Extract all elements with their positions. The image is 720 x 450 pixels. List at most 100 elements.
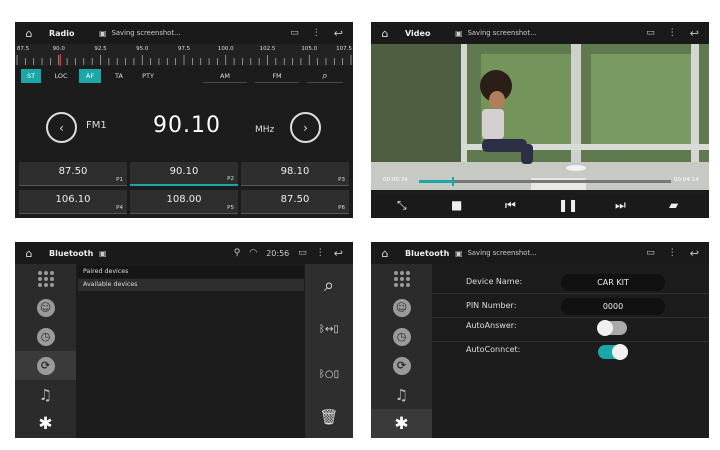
device-name-field[interactable]: CAR KIT [561, 274, 665, 291]
fullscreen-icon[interactable]: ⤡ [397, 198, 407, 213]
preset-grid: 87.50 P1 90.10 P2 98.10 P3 106.10 P4 108… [15, 162, 353, 218]
folder-icon[interactable]: ▰ [669, 198, 678, 212]
screenshot-icon: ▣ [99, 248, 107, 258]
list-item-paired[interactable]: Paired devices [78, 266, 304, 278]
status-message: ▣ Saving screenshot... [99, 29, 290, 38]
toggle-knob [612, 344, 628, 360]
more-icon[interactable]: ⋮ [668, 28, 677, 38]
tab-ta[interactable]: TA [109, 69, 129, 83]
elapsed-time: 00:00:34 [383, 177, 408, 183]
search-icon[interactable]: ⌕ [307, 69, 343, 83]
bluetooth-settings-screen: ⌂ Bluetooth ▣ Saving screenshot... ▭ ⋮ ↩… [371, 242, 709, 438]
bluetooth-actions: ⌕ ᛒ↔▯ ᛒ○▯ 🗑 [305, 264, 353, 438]
battery-icon: ▭ [646, 248, 655, 258]
tuner-label: 102.5 [259, 46, 276, 52]
music-icon[interactable]: ♫ [15, 380, 76, 409]
auto-answer-toggle[interactable] [597, 320, 627, 336]
list-item-available[interactable]: Available devices [78, 279, 304, 291]
app-title: Bluetooth [405, 248, 450, 258]
tuner-label: 105.0 [301, 46, 318, 52]
status-message: ▣ Saving screenshot... [455, 249, 646, 258]
more-icon[interactable]: ⋮ [316, 248, 325, 258]
back-icon[interactable]: ↩ [334, 27, 343, 40]
tuner-label: 87.5 [16, 46, 30, 52]
tab-am[interactable]: AM [203, 69, 247, 83]
tab-pty[interactable]: PTY [137, 69, 159, 83]
preset-p6[interactable]: 87.50 P6 [241, 190, 349, 214]
pin-field[interactable]: 0000 [561, 298, 665, 315]
home-icon[interactable]: ⌂ [371, 27, 399, 40]
history-icon[interactable]: ◷ [15, 322, 76, 351]
connect-phone-icon[interactable]: ᛒ↔▯ [305, 314, 353, 344]
tab-af[interactable]: AF [79, 69, 101, 83]
delete-icon[interactable]: 🗑 [305, 402, 353, 432]
settings-icon[interactable]: ✱ [371, 409, 432, 438]
toggle-knob [597, 320, 613, 336]
preset-label: P3 [338, 177, 345, 183]
back-icon[interactable]: ↩ [690, 27, 699, 40]
status-message: ▣ Saving screenshot... [455, 29, 646, 38]
home-icon[interactable]: ⌂ [15, 27, 43, 40]
auto-connect-toggle[interactable] [598, 344, 628, 360]
preset-p2[interactable]: 90.10 P2 [130, 162, 238, 186]
video-screen: ⌂ Video ▣ Saving screenshot... ▭ ⋮ ↩ 00:… [371, 22, 709, 218]
tuner-label: 100.0 [217, 46, 234, 52]
radio-tabs: ST LOC AF TA PTY AM FM ⌕ [15, 69, 353, 87]
bluetooth-sidebar: ☺ ◷ ⟳ ♫ ✱ [15, 264, 76, 438]
preset-label: P4 [116, 205, 123, 211]
more-icon[interactable]: ⋮ [668, 248, 677, 258]
pause-icon[interactable]: ❚❚ [558, 198, 578, 212]
seek-prev-button[interactable]: ‹ [46, 112, 77, 143]
contacts-icon[interactable]: ☺ [371, 293, 432, 322]
battery-icon: ▭ [298, 248, 307, 258]
preset-p5[interactable]: 108.00 P5 [130, 190, 238, 214]
history-icon[interactable]: ◷ [371, 322, 432, 351]
search-icon[interactable]: ⌕ [305, 270, 353, 300]
progress-fill [419, 180, 453, 183]
tab-loc[interactable]: LOC [51, 69, 71, 83]
tuner-label: 92.5 [94, 46, 107, 52]
preset-p1[interactable]: 87.50 P1 [19, 162, 127, 186]
music-icon[interactable]: ♫ [371, 380, 432, 409]
previous-track-icon[interactable]: ⏮ [505, 198, 516, 213]
next-track-icon[interactable]: ⏭ [615, 198, 626, 213]
status-text: Saving screenshot... [467, 29, 537, 37]
settings-icon[interactable]: ✱ [15, 409, 76, 438]
back-icon[interactable]: ↩ [334, 247, 343, 260]
contacts-icon[interactable]: ☺ [15, 293, 76, 322]
progress-track[interactable] [419, 177, 671, 186]
current-frequency: 90.10 [153, 113, 221, 138]
bluetooth-settings-form: Device Name: CAR KIT PIN Number: 0000 Au… [432, 264, 709, 438]
preset-p4[interactable]: 106.10 P4 [19, 190, 127, 214]
tuner-scale[interactable]: 87.5 90.0 92.5 95.0 97.5 100.0 102.5 105.0 107.5 [15, 44, 353, 66]
apps-grid-icon[interactable] [15, 264, 76, 293]
bluetooth-sync-icon[interactable]: ⟳ [15, 351, 76, 380]
video-image [371, 44, 709, 190]
tuner-ticks[interactable] [15, 54, 353, 66]
app-title: Video [405, 28, 431, 38]
tab-fm[interactable]: FM [255, 69, 299, 83]
seek-next-button[interactable]: › [290, 112, 321, 143]
home-icon[interactable]: ⌂ [371, 247, 399, 260]
bluetooth-sync-icon[interactable]: ⟳ [371, 351, 432, 380]
home-icon[interactable]: ⌂ [15, 247, 43, 260]
status-text: Saving screenshot... [111, 29, 181, 37]
preset-label: P1 [116, 177, 123, 183]
band-label: FM1 [86, 120, 107, 131]
radio-screen: ⌂ Radio ▣ Saving screenshot... ▭ ⋮ ↩ 87.… [15, 22, 353, 218]
apps-grid-icon[interactable] [371, 264, 432, 293]
pin-row: PIN Number: 0000 [432, 294, 709, 318]
preset-p3[interactable]: 98.10 P3 [241, 162, 349, 186]
back-icon[interactable]: ↩ [690, 247, 699, 260]
disconnect-phone-icon[interactable]: ᛒ○▯ [305, 359, 353, 389]
tuner-label: 107.5 [336, 46, 352, 52]
more-icon[interactable]: ⋮ [312, 28, 321, 38]
device-name-label: Device Name: [466, 277, 523, 286]
status-bar: ⌂ Video ▣ Saving screenshot... ▭ ⋮ ↩ [371, 22, 709, 44]
auto-connect-label: AutoConncet: [466, 345, 521, 354]
progress-knob[interactable] [451, 177, 454, 186]
stop-icon[interactable]: ■ [451, 198, 462, 212]
preset-label: P2 [227, 176, 234, 182]
tab-st[interactable]: ST [21, 69, 41, 83]
video-frame[interactable]: 00:00:34 00:04:14 [371, 44, 709, 190]
